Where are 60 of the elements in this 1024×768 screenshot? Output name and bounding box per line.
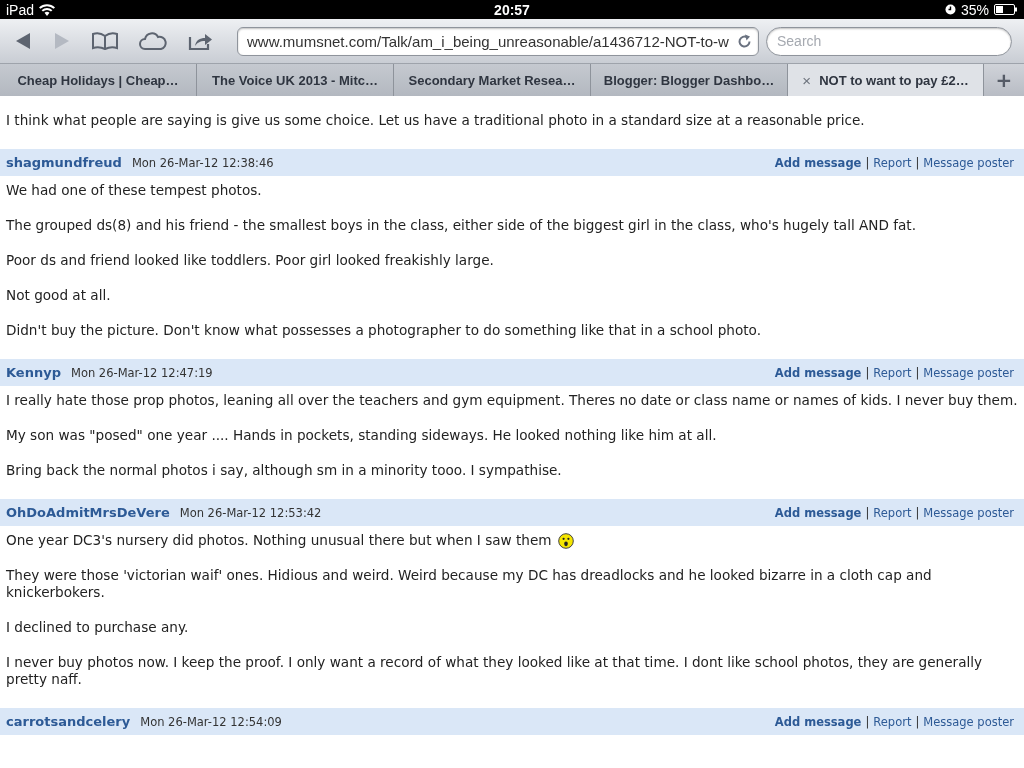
battery-percent: 35% xyxy=(960,1,989,18)
post-date: Mon 26-Mar-12 12:54:09 xyxy=(140,714,282,729)
action-link[interactable]: Message poster xyxy=(923,505,1014,520)
separator: | xyxy=(865,155,870,170)
post-text: They were those 'victorian waif' ones. Hidious and weird. Weird because my DC has dreadlocks and he looked bizarre in a cloth cap and knickerbokers. xyxy=(5,567,933,601)
back-icon[interactable] xyxy=(14,32,32,50)
action-link[interactable]: Report xyxy=(873,155,912,170)
separator: | xyxy=(915,505,920,520)
post-text: I never buy photos now. I keep the proof. I only want a record of what they looked like at that time. I dont like school photos, they are generally pretty naff. xyxy=(5,654,984,688)
action-link[interactable]: Report xyxy=(873,714,912,729)
browser-tab[interactable]: Secondary Market Resea… xyxy=(394,64,591,96)
post-text: Poor ds and friend looked like toddlers. Poor girl looked freakishly large. xyxy=(5,252,495,269)
device-name: iPad xyxy=(6,1,35,18)
cloud-icon[interactable] xyxy=(139,32,167,50)
post-text: Bring back the normal photos i say, although sm in a minority tooo. I sympathise. xyxy=(5,462,563,479)
action-link[interactable]: Add message xyxy=(774,155,862,170)
post-text: The grouped ds(8) and his friend - the smallest boys in the class, either side of the biggest girl in the class, who's hugely tall AND fat. xyxy=(5,217,918,234)
author-link[interactable]: carrotsandcelery xyxy=(6,714,131,729)
battery-icon xyxy=(994,4,1018,15)
post-text: I declined to purchase any. xyxy=(5,619,190,636)
share-icon[interactable] xyxy=(188,31,214,51)
browser-tab[interactable]: × NOT to want to pay £2… xyxy=(788,64,984,96)
separator: | xyxy=(915,155,920,170)
separator: | xyxy=(865,505,870,520)
browser-tab[interactable]: The Voice UK 2013 - Mitc… xyxy=(197,64,394,96)
action-link[interactable]: Report xyxy=(873,365,912,380)
post-text: I think what people are saying is give us some choice. Let us have a traditional photo in a standard size at a reasonable price. xyxy=(5,112,866,129)
separator: | xyxy=(915,365,920,380)
post-date: Mon 26-Mar-12 12:53:42 xyxy=(179,505,322,520)
action-link[interactable]: Message poster xyxy=(923,155,1014,170)
post-date: Mon 26-Mar-12 12:47:19 xyxy=(70,365,213,380)
action-link[interactable]: Report xyxy=(873,505,912,520)
action-link[interactable]: Add message xyxy=(774,365,862,380)
action-link[interactable]: Message poster xyxy=(923,365,1014,380)
clock-time: 20:57 xyxy=(494,1,530,18)
author-link[interactable]: Kennyp xyxy=(6,365,61,380)
action-link[interactable]: Add message xyxy=(774,505,862,520)
separator: | xyxy=(865,714,870,729)
post-text: One year DC3's nursery did photos. Nothing unusual there but when I saw them xyxy=(5,532,553,549)
post-text: My son was "posed" one year .... Hands in pockets, standing sideways. He looked nothing like him at all. xyxy=(5,427,718,444)
action-link[interactable]: Message poster xyxy=(923,714,1014,729)
separator: | xyxy=(915,714,920,729)
action-link[interactable]: Add message xyxy=(774,714,862,729)
post-text: Didn't buy the picture. Don't know what possesses a photographer to do something like that in a school photo. xyxy=(5,322,762,339)
search-field[interactable]: Search xyxy=(766,26,1012,56)
author-link[interactable]: OhDoAdmitMrsDeVere xyxy=(6,505,170,520)
new-tab-button[interactable]: + xyxy=(984,64,1024,96)
close-tab-icon[interactable]: × xyxy=(802,71,812,89)
wifi-icon xyxy=(39,3,56,16)
separator: | xyxy=(865,365,870,380)
post-text: We had one of these tempest photos. xyxy=(5,182,263,199)
browser-tab[interactable]: Blogger: Blogger Dashbo… xyxy=(591,64,788,96)
book-icon[interactable] xyxy=(92,32,118,50)
post-text: Not good at all. xyxy=(5,287,112,304)
post-text: I really hate those prop photos, leaning all over the teachers and gym equipment. Theres no date or class name or names of kids. I never buy them. xyxy=(5,392,1019,409)
reload-icon[interactable] xyxy=(737,33,752,49)
browser-tab[interactable]: Cheap Holidays | Cheap… xyxy=(0,64,197,96)
address-field[interactable]: www.mumsnet.com/Talk/am_i_being_unreasonable/a1436712-NOT-to-w xyxy=(237,26,759,56)
post-date: Mon 26-Mar-12 12:38:46 xyxy=(131,155,274,170)
author-link[interactable]: shagmundfreud xyxy=(6,155,122,170)
